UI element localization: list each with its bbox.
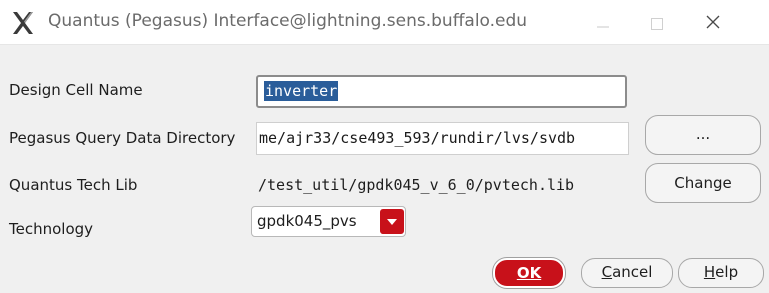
ok-button[interactable]: OK xyxy=(493,258,565,288)
close-icon[interactable] xyxy=(690,0,736,44)
chevron-down-icon[interactable] xyxy=(380,209,404,234)
ok-label: OK xyxy=(516,264,542,282)
cancel-mnemonic: C xyxy=(601,263,613,281)
technology-value: gpdk045_pvs xyxy=(257,212,357,230)
maximize-icon[interactable] xyxy=(634,0,680,44)
query-data-dir-input[interactable]: me/ajr33/cse493_593/rundir/lvs/svdb xyxy=(256,122,629,155)
minimize-icon[interactable] xyxy=(580,0,626,44)
query-data-dir-label: Pegasus Query Data Directory xyxy=(9,129,236,147)
design-cell-name-value: inverter xyxy=(264,81,339,101)
change-button[interactable]: Change xyxy=(645,163,761,203)
help-label: elp xyxy=(715,263,739,281)
help-mnemonic: H xyxy=(703,263,716,281)
window-title: Quantus (Pegasus) Interface@lightning.se… xyxy=(48,11,528,31)
x-logo-icon xyxy=(10,10,36,36)
dialog-window: Quantus (Pegasus) Interface@lightning.se… xyxy=(0,0,769,293)
title-bar[interactable]: Quantus (Pegasus) Interface@lightning.se… xyxy=(0,0,769,45)
tech-lib-field: /test_util/gpdk045_v_6_0/pvtech.lib xyxy=(256,171,629,202)
tech-lib-value: /test_util/gpdk045_v_6_0/pvtech.lib xyxy=(258,176,575,194)
design-cell-name-label: Design Cell Name xyxy=(9,81,143,99)
help-button[interactable]: Help xyxy=(678,258,764,288)
cancel-label: ancel xyxy=(612,263,653,281)
technology-label: Technology xyxy=(9,220,94,238)
browse-button[interactable]: ... xyxy=(645,115,761,155)
query-data-dir-value: me/ajr33/cse493_593/rundir/lvs/svdb xyxy=(259,129,576,147)
tech-lib-label: Quantus Tech Lib xyxy=(9,176,138,194)
design-cell-name-input[interactable]: inverter xyxy=(256,75,627,108)
cancel-button[interactable]: Cancel xyxy=(581,258,673,288)
technology-select[interactable]: gpdk045_pvs xyxy=(251,206,406,237)
